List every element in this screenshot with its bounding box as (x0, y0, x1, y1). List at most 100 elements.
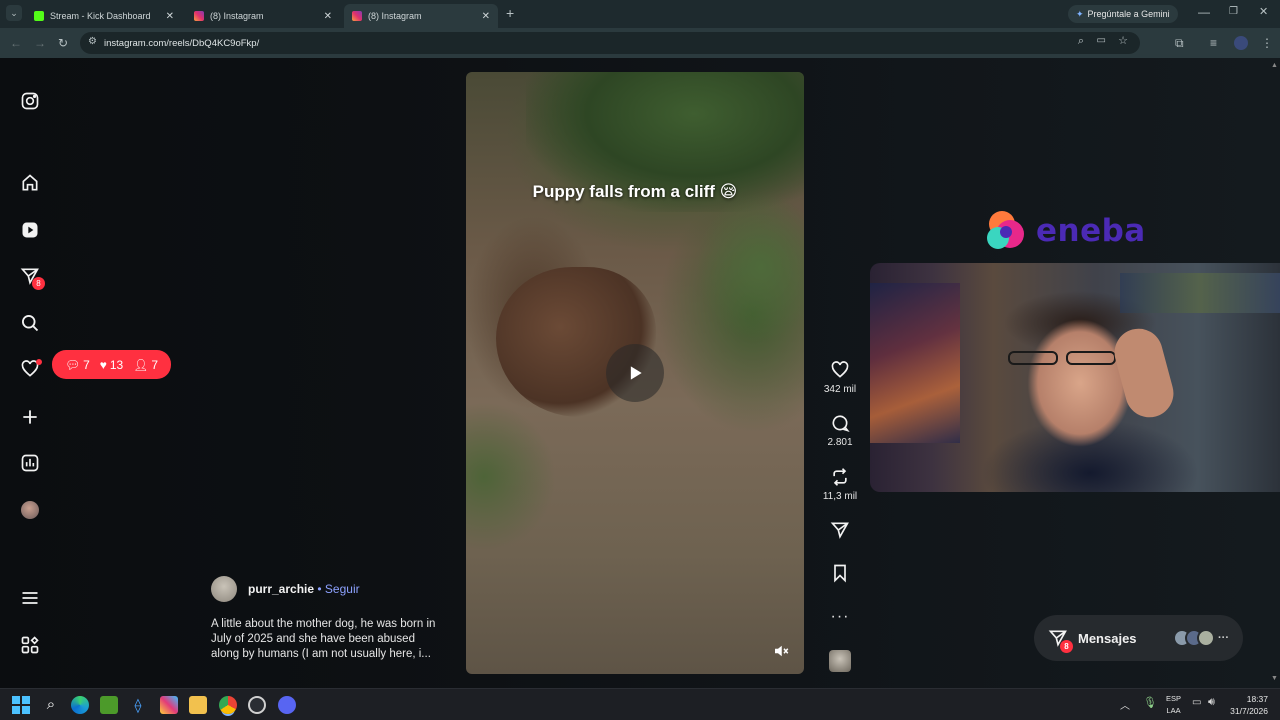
instagram-favicon-icon (352, 11, 362, 21)
repost-count: 11,3 mil (822, 491, 858, 502)
system-clock[interactable]: 18:37 31/7/2026 (1230, 693, 1268, 717)
browser-tab-bar: ⌄ Stream - Kick Dashboard ✕ (8) Instagra… (0, 0, 1280, 28)
zoom-icon[interactable]: ⌕ (1078, 35, 1084, 48)
person-icon: 👤︎ (133, 357, 149, 372)
minimize-window-icon[interactable]: — (1198, 4, 1210, 20)
reel-video[interactable]: Puppy falls from a cliff 😪 (466, 72, 804, 674)
minecraft-icon[interactable] (100, 696, 118, 714)
input-language[interactable]: ESP LAA (1166, 693, 1181, 717)
poster-wall (870, 283, 960, 443)
tab-instagram-1[interactable]: (8) Instagram ✕ (186, 4, 340, 28)
app-icon[interactable] (160, 696, 178, 714)
raised-hand (1109, 323, 1179, 423)
play-button[interactable] (606, 344, 664, 402)
address-bar[interactable]: ⚙ instagram.com/reels/DbQ4KC9oFkp/ ⌕ ▭ ☆ (80, 32, 1140, 54)
likes-count-value: 13 (109, 357, 124, 372)
eneba-logo: eneba (980, 206, 1150, 256)
more-options-icon[interactable]: ··· (820, 608, 860, 626)
scroll-down-arrow-icon[interactable]: ▼ (1271, 675, 1278, 682)
foliage (696, 192, 804, 342)
author-line: purr_archie • Seguir (248, 582, 360, 596)
tab-title: (8) Instagram (210, 11, 264, 21)
dashboard-chart-icon[interactable] (20, 453, 40, 473)
comment-action[interactable]: 2.801 (820, 413, 860, 448)
obs-icon[interactable] (248, 696, 266, 714)
author-separator: • (317, 582, 322, 596)
windows-taskbar: ⌕ ⟠ ︿ 🎙︎ ESP LAA ▭ 🔊︎ 18:37 31/7/2026 (0, 688, 1280, 720)
url-text: instagram.com/reels/DbQ4KC9oFkp/ (104, 37, 260, 49)
reels-icon[interactable] (20, 220, 40, 240)
show-hidden-icons[interactable]: ︿ (1120, 697, 1130, 712)
volume-icon[interactable]: 🔊︎ (1208, 696, 1215, 709)
play-icon (630, 366, 642, 380)
save-action[interactable] (820, 563, 860, 587)
kick-favicon-icon (34, 11, 44, 21)
figure-shelf (1120, 273, 1280, 313)
microphone-icon[interactable]: 🎙︎ (1143, 696, 1157, 709)
like-action[interactable]: 342 mil (820, 360, 860, 395)
glasses (1066, 351, 1116, 365)
instagram-logo-icon[interactable] (20, 91, 40, 111)
messages-label: Mensajes (1078, 630, 1137, 646)
windows-start-icon[interactable] (12, 696, 30, 714)
taskbar-search-icon[interactable]: ⌕ (42, 696, 60, 714)
muted-speaker-icon[interactable] (772, 642, 790, 660)
new-tab-button[interactable]: + (506, 5, 514, 21)
streamer-webcam (870, 263, 1280, 492)
share-action[interactable] (820, 520, 860, 544)
author-username[interactable]: purr_archie (248, 582, 314, 596)
profile-avatar-icon[interactable] (20, 500, 40, 520)
profile-avatar[interactable] (1234, 36, 1248, 50)
like-count: 342 mil (823, 384, 857, 395)
eneba-wordmark: eneba (1036, 213, 1146, 249)
audio-thumbnail[interactable] (829, 650, 851, 672)
network-icon[interactable]: ▭ (1192, 697, 1201, 708)
close-window-icon[interactable]: ✕ (1259, 4, 1268, 20)
scroll-up-arrow-icon[interactable]: ▲ (1271, 62, 1278, 69)
tab-search-chevron-icon[interactable]: ⌄ (6, 5, 22, 21)
app-diamond-icon[interactable]: ⟠ (129, 696, 147, 714)
discord-icon[interactable] (278, 696, 296, 714)
conversation-avatar[interactable] (1197, 629, 1215, 647)
messages-bar[interactable]: 8 Mensajes ··· (1034, 615, 1243, 661)
clock-date: 31/7/2026 (1230, 706, 1268, 716)
close-tab-icon[interactable]: ✕ (166, 11, 174, 22)
bookmark-star-icon[interactable]: ☆ (1118, 34, 1128, 47)
forward-icon[interactable]: → (34, 35, 46, 51)
reading-list-icon[interactable]: ≡ (1210, 35, 1217, 51)
more-conversations-icon[interactable]: ··· (1218, 632, 1229, 644)
home-icon[interactable] (20, 173, 40, 193)
glasses (1008, 351, 1058, 365)
close-tab-icon[interactable]: ✕ (324, 11, 332, 22)
follow-button[interactable]: Seguir (325, 582, 360, 596)
extensions-icon[interactable]: ⧉ (1175, 35, 1184, 51)
messages-bar-badge: 8 (1060, 640, 1073, 653)
close-tab-icon[interactable]: ✕ (482, 11, 490, 22)
likes-count: ♥ 13 (100, 358, 123, 372)
tab-instagram-active[interactable]: (8) Instagram ✕ (344, 4, 498, 28)
clock-time: 18:37 (1246, 694, 1268, 704)
browser-menu-icon[interactable]: ⋮ (1261, 35, 1273, 51)
browser-toolbar: ← → ↻ ⚙ instagram.com/reels/DbQ4KC9oFkp/… (0, 28, 1280, 58)
also-from-meta-icon[interactable] (20, 635, 40, 655)
cast-icon[interactable]: ▭ (1097, 35, 1106, 46)
back-icon[interactable]: ← (10, 35, 22, 51)
restore-window-icon[interactable]: ❐ (1229, 4, 1238, 20)
chrome-icon[interactable] (219, 696, 237, 714)
create-plus-icon[interactable] (20, 407, 40, 427)
more-menu-icon[interactable] (20, 588, 40, 608)
file-explorer-icon[interactable] (189, 696, 207, 714)
site-info-icon[interactable]: ⚙ (88, 36, 97, 47)
edge-icon[interactable] (71, 696, 89, 714)
followers-count: 👤︎ 7 (133, 358, 158, 372)
eneba-mark-icon (987, 211, 1024, 249)
search-icon[interactable] (20, 313, 40, 333)
reload-icon[interactable]: ↻ (58, 35, 68, 51)
language-code: ESP (1166, 694, 1182, 703)
repost-action[interactable]: 11,3 mil (820, 467, 860, 502)
activity-notification-pill[interactable]: 💬︎ 7 ♥ 13 👤︎ 7 (52, 350, 171, 379)
author-avatar[interactable] (211, 576, 237, 602)
tab-kick-dashboard[interactable]: Stream - Kick Dashboard ✕ (26, 4, 182, 28)
reel-description[interactable]: A little about the mother dog, he was bo… (211, 617, 436, 662)
gemini-button[interactable]: ✦ Pregúntale a Gemini (1068, 5, 1178, 23)
